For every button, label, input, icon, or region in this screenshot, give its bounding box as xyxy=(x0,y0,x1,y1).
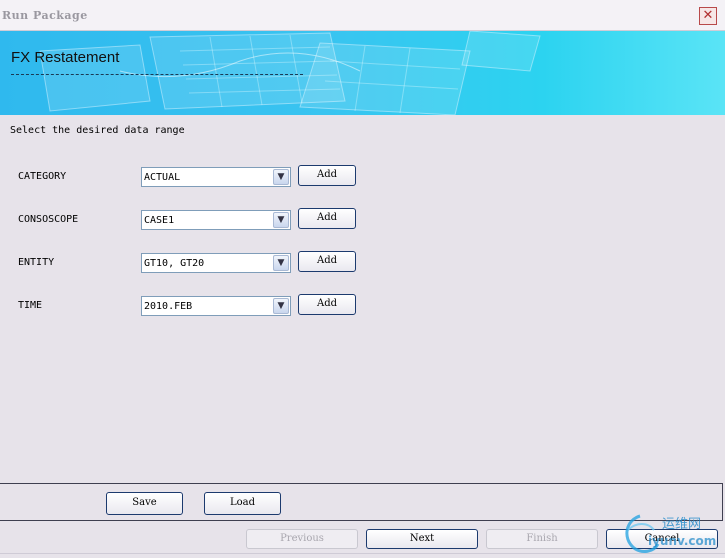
close-icon: ✕ xyxy=(702,8,714,23)
entity-label: ENTITY xyxy=(18,257,55,268)
banner-title: FX Restatement xyxy=(11,49,120,66)
load-button[interactable]: Load xyxy=(204,492,281,515)
banner-divider xyxy=(11,74,303,75)
watermark-url: iyunv.com xyxy=(648,534,716,548)
watermark-logo: 运维网 iyunv.com xyxy=(625,514,716,553)
entity-add-button[interactable]: Add xyxy=(298,251,356,272)
time-add-button[interactable]: Add xyxy=(298,294,356,315)
consoscope-label: CONSOSCOPE xyxy=(18,214,79,225)
header-banner: FX Restatement xyxy=(0,31,725,115)
chevron-down-icon[interactable]: ▼ xyxy=(273,255,289,271)
previous-button[interactable]: Previous xyxy=(246,529,358,549)
category-label: CATEGORY xyxy=(18,171,67,182)
chevron-down-icon[interactable]: ▼ xyxy=(273,298,289,314)
consoscope-value: CASE1 xyxy=(144,215,175,226)
banner-graphic xyxy=(39,31,541,115)
chevron-down-icon[interactable]: ▼ xyxy=(273,169,289,185)
consoscope-dropdown[interactable]: CASE1 ▼ xyxy=(141,210,291,230)
category-dropdown[interactable]: ACTUAL ▼ xyxy=(141,167,291,187)
entity-value: GT10, GT20 xyxy=(144,258,205,269)
consoscope-add-button[interactable]: Add xyxy=(298,208,356,229)
footer-divider xyxy=(0,553,725,554)
time-value: 2010.FEB xyxy=(144,301,193,312)
entity-dropdown[interactable]: GT10, GT20 ▼ xyxy=(141,253,291,273)
next-button[interactable]: Next xyxy=(366,529,478,549)
title-bar: Run Package ✕ xyxy=(0,0,725,31)
instruction-text: Select the desired data range xyxy=(10,125,185,136)
time-label: TIME xyxy=(18,300,43,311)
finish-button[interactable]: Finish xyxy=(486,529,598,549)
watermark-cn: 运维网 xyxy=(662,517,701,532)
time-dropdown[interactable]: 2010.FEB ▼ xyxy=(141,296,291,316)
chevron-down-icon[interactable]: ▼ xyxy=(273,212,289,228)
save-button[interactable]: Save xyxy=(106,492,183,515)
category-add-button[interactable]: Add xyxy=(298,165,356,186)
close-button[interactable]: ✕ xyxy=(699,7,717,25)
window-title: Run Package xyxy=(2,9,88,22)
category-value: ACTUAL xyxy=(144,172,181,183)
